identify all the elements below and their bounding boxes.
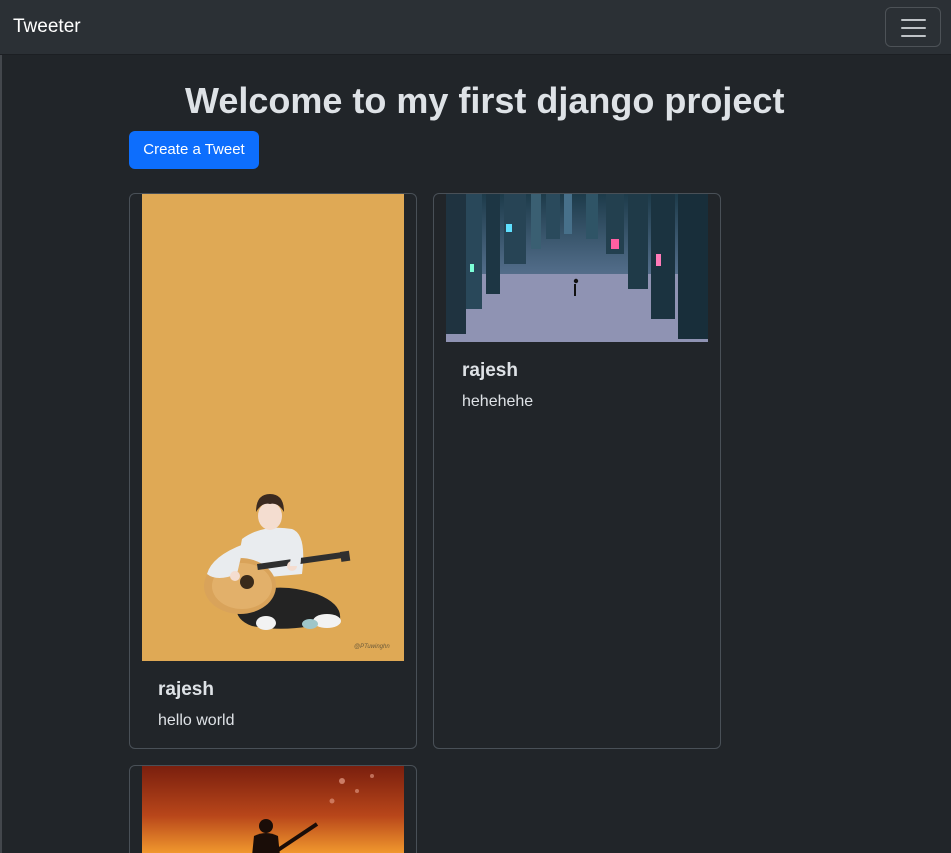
tweet-card [129,765,417,853]
sunset-guitar-silhouette [142,766,404,853]
tweet-image-sunset [142,766,404,853]
tweet-card: rajesh hehehehe [433,193,721,749]
tweet-author: rajesh [462,360,518,381]
navbar-toggler-button[interactable] [885,7,941,47]
window-edge [0,0,2,853]
image-watermark: @PTuwinghn [354,644,390,650]
tweet-text: hehehehe [462,393,534,410]
create-tweet-button[interactable]: Create a Tweet [129,131,259,169]
guitarist-illustration [204,494,351,630]
tweet-card: @PTuwinghn rajesh hello world [129,193,417,749]
tweet-author: rajesh [158,679,214,700]
page-title: Welcome to my first django project [185,80,785,121]
navbar: Tweeter [0,0,951,55]
tweet-text: hello world [158,712,235,729]
tweet-image-guitarist: @PTuwinghn [142,194,404,661]
navbar-brand[interactable]: Tweeter [13,16,81,38]
upside-down-city-scene [446,194,708,342]
tweet-image-city [446,194,708,342]
